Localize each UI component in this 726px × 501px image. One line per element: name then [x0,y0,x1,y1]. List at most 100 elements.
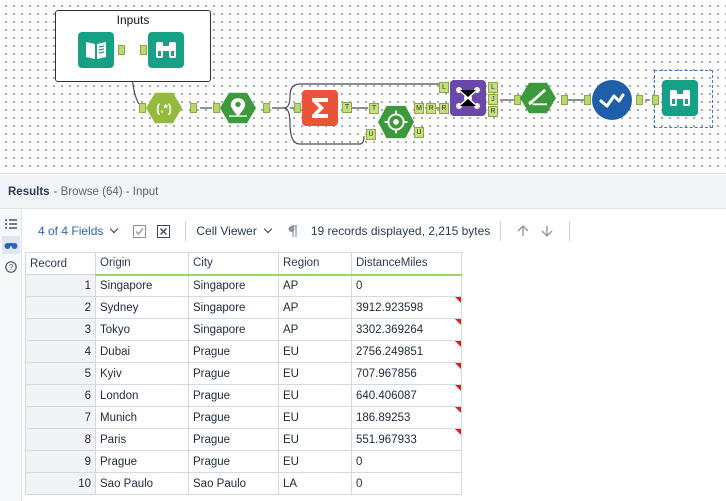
column-header-record[interactable]: Record [25,252,96,275]
browse-tool-inputs[interactable] [148,32,184,68]
cell-origin[interactable]: Sydney [95,296,189,319]
cell-city[interactable]: Prague [188,384,279,407]
table-row[interactable]: 8 Paris Prague EU 551.967933 [25,428,462,451]
cell-region[interactable]: EU [278,384,352,407]
anchor-input[interactable] [652,95,659,105]
formula-tool[interactable] [520,80,556,116]
cell-record[interactable]: 1 [25,274,96,297]
table-row[interactable]: 3 Tokyo Singapore AP 3302.369264 [25,318,462,341]
cell-city[interactable]: Prague [188,450,279,473]
cell-record[interactable]: 7 [25,406,96,429]
arrow-up-icon[interactable] [515,223,531,239]
column-header-distance[interactable]: DistanceMiles [351,252,462,276]
cell-region[interactable]: EU [278,450,352,473]
cell-distance[interactable]: 0 [351,450,462,473]
anchor-input[interactable] [584,95,591,105]
cell-origin[interactable]: Dubai [95,340,189,363]
cell-record[interactable]: 4 [25,340,96,363]
anchor-output[interactable] [118,45,125,55]
regex-tool[interactable]: (.*) [146,90,182,126]
browse-tool-output[interactable] [662,80,698,116]
cell-city[interactable]: Prague [188,406,279,429]
anchor-input[interactable] [139,103,146,113]
anchor-t[interactable]: T [342,102,352,113]
anchor-l[interactable]: L [439,82,449,93]
select-tool[interactable] [592,80,632,120]
cell-city[interactable]: Singapore [188,318,279,341]
anchor-input[interactable] [294,103,301,113]
cell-region[interactable]: LA [278,472,352,495]
table-row[interactable]: 1 Singapore Singapore AP 0 [25,274,462,297]
anchor-l-out[interactable]: L [488,82,498,93]
input-data-tool[interactable] [78,32,114,68]
cell-viewer-dropdown[interactable]: Cell Viewer [196,224,273,238]
cell-record[interactable]: 5 [25,362,96,385]
cell-city[interactable]: Prague [188,362,279,385]
cell-region[interactable]: AP [278,318,352,341]
pilcrow-icon[interactable] [285,223,301,239]
cell-record[interactable]: 9 [25,450,96,473]
close-box-icon[interactable] [155,223,171,239]
binoculars-icon[interactable] [2,236,20,254]
anchor-output[interactable] [190,103,197,113]
anchor-input[interactable] [213,103,220,113]
cell-origin[interactable]: Paris [95,428,189,451]
cell-city[interactable]: Singapore [188,296,279,319]
cell-distance[interactable]: 707.967856 [351,362,462,385]
cell-record[interactable]: 8 [25,428,96,451]
column-header-city[interactable]: City [188,252,279,276]
cell-distance[interactable]: 3302.369264 [351,318,462,341]
table-row[interactable]: 2 Sydney Singapore AP 3912.923598 [25,296,462,319]
anchor-j-out[interactable]: J [488,94,498,105]
table-row[interactable]: 10 Sao Paulo Sao Paulo LA 0 [25,472,462,495]
anchor-r[interactable]: R [439,103,449,114]
cell-region[interactable]: AP [278,274,352,297]
anchor-u[interactable]: U [414,127,424,138]
cell-region[interactable]: AP [278,296,352,319]
cell-distance[interactable]: 640.406087 [351,384,462,407]
help-icon[interactable]: ? [2,258,20,276]
table-row[interactable]: 7 Munich Prague EU 186.89253 [25,406,462,429]
spatial-match-tool[interactable] [378,104,414,140]
cell-origin[interactable]: London [95,384,189,407]
table-row[interactable]: 9 Prague Prague EU 0 [25,450,462,473]
cell-record[interactable]: 6 [25,384,96,407]
cell-distance[interactable]: 2756.249851 [351,340,462,363]
column-header-origin[interactable]: Origin [95,252,189,276]
summarize-tool[interactable] [302,90,338,126]
cell-record[interactable]: 2 [25,296,96,319]
cell-distance[interactable]: 0 [351,274,462,297]
anchor-output[interactable] [263,103,270,113]
table-row[interactable]: 5 Kyiv Prague EU 707.967856 [25,362,462,385]
cell-origin[interactable]: Kyiv [95,362,189,385]
anchor-m[interactable]: M [414,103,424,114]
cell-city[interactable]: Singapore [188,274,279,297]
anchor-input[interactable] [140,45,147,55]
anchor-r[interactable]: R [426,103,436,114]
cell-city[interactable]: Prague [188,428,279,451]
cell-distance[interactable]: 551.967933 [351,428,462,451]
cell-origin[interactable]: Prague [95,450,189,473]
cell-city[interactable]: Prague [188,340,279,363]
cell-record[interactable]: 10 [25,472,96,495]
workflow-canvas[interactable]: Inputs (.*) T T U M R U L R L J R [0,0,726,174]
table-row[interactable]: 6 London Prague EU 640.406087 [25,384,462,407]
anchor-output[interactable] [561,95,568,105]
column-header-region[interactable]: Region [278,252,352,276]
cell-distance[interactable]: 186.89253 [351,406,462,429]
cell-origin[interactable]: Tokyo [95,318,189,341]
cell-record[interactable]: 3 [25,318,96,341]
fields-dropdown[interactable]: 4 of 4 Fields [38,224,119,238]
cell-region[interactable]: EU [278,406,352,429]
join-tool[interactable] [450,80,486,116]
results-grid[interactable]: Record Origin City Region DistanceMiles … [25,252,462,495]
cell-distance[interactable]: 0 [351,472,462,495]
cell-distance[interactable]: 3912.923598 [351,296,462,319]
anchor-output[interactable] [636,95,643,105]
cell-origin[interactable]: Singapore [95,274,189,297]
table-row[interactable]: 4 Dubai Prague EU 2756.249851 [25,340,462,363]
cell-region[interactable]: EU [278,362,352,385]
anchor-r-out[interactable]: R [488,106,498,117]
arrow-down-icon[interactable] [539,223,555,239]
checkbox-icon[interactable] [131,223,147,239]
